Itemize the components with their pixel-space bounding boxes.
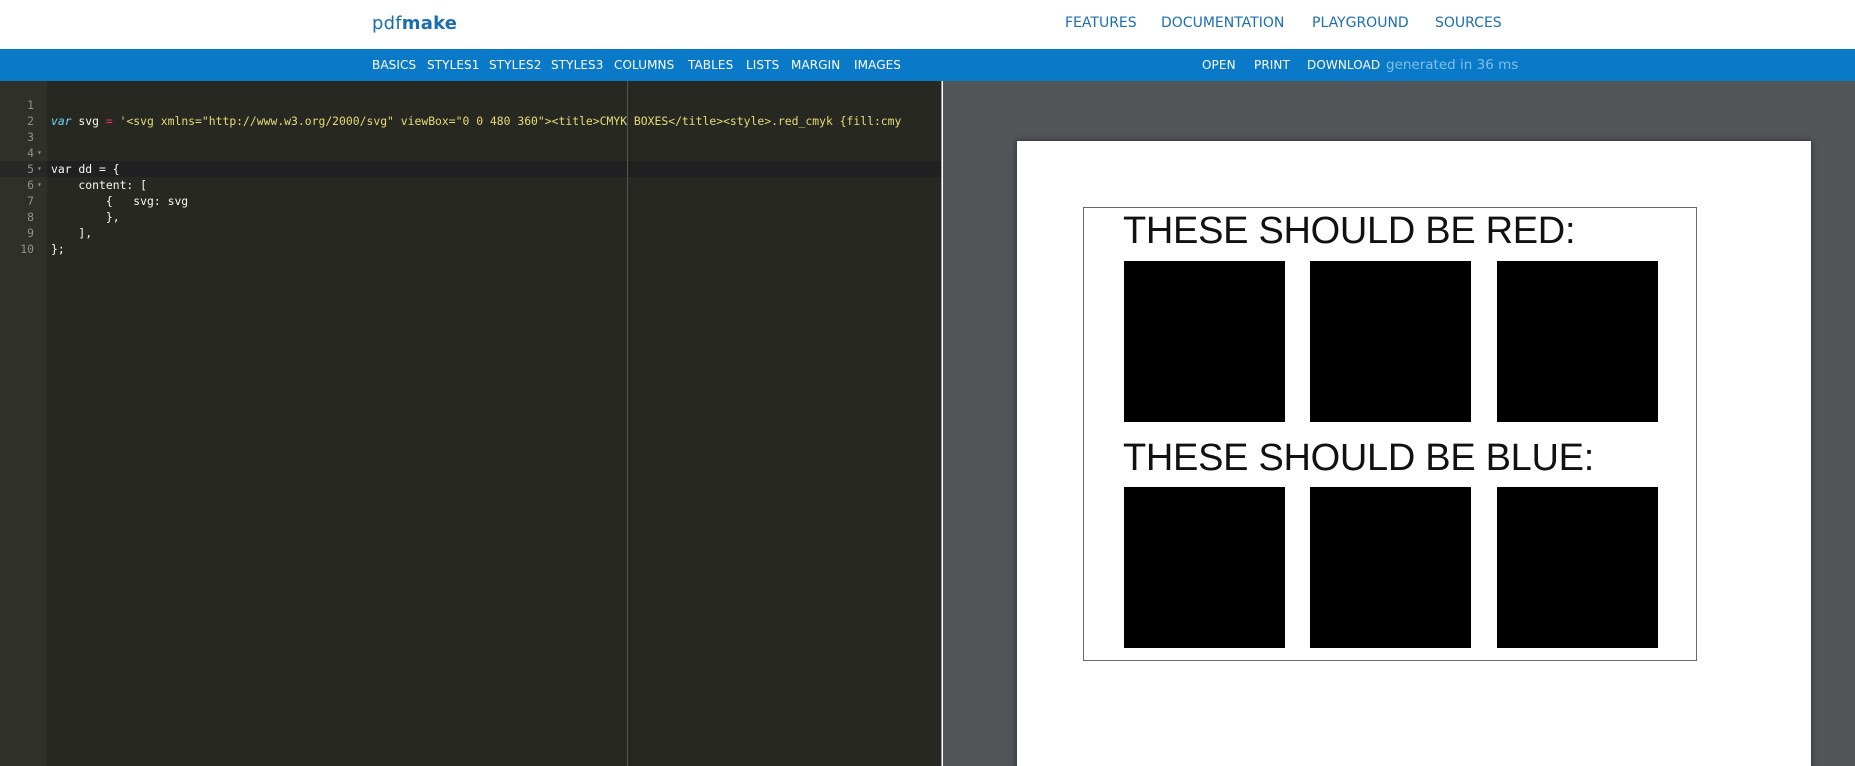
open-button[interactable]: OPEN bbox=[1202, 58, 1236, 72]
nav-sources[interactable]: SOURCES bbox=[1435, 15, 1502, 31]
example-styles2[interactable]: STYLES2 bbox=[489, 58, 542, 72]
example-styles3[interactable]: STYLES3 bbox=[551, 58, 604, 72]
red-box-1 bbox=[1124, 261, 1285, 422]
heading-red: THESE SHOULD BE RED: bbox=[1123, 210, 1576, 252]
example-lists[interactable]: LISTS bbox=[746, 58, 779, 72]
code-line[interactable]: 8 ], bbox=[0, 193, 941, 240]
code-editor[interactable]: 1 var svg = '<svg xmlns="http://www.w3.o… bbox=[0, 81, 942, 766]
line-number: 10 bbox=[20, 242, 34, 256]
nav-documentation[interactable]: DOCUMENTATION bbox=[1161, 15, 1284, 31]
blue-box-3 bbox=[1497, 487, 1658, 648]
example-styles1[interactable]: STYLES1 bbox=[427, 58, 480, 72]
code-line[interactable]: 9 }; bbox=[0, 209, 941, 256]
example-margin[interactable]: MARGIN bbox=[791, 58, 840, 72]
blue-box-1 bbox=[1124, 487, 1285, 648]
red-box-3 bbox=[1497, 261, 1658, 422]
code-line-active[interactable]: 6 svg: svg bbox=[0, 161, 941, 208]
code-text: }; bbox=[51, 242, 65, 256]
example-images[interactable]: IMAGES bbox=[854, 58, 901, 72]
pdf-page: THESE SHOULD BE RED: THESE SHOULD BE BLU… bbox=[1017, 141, 1811, 766]
logo-bold: make bbox=[401, 13, 458, 34]
generation-status: generated in 36 ms bbox=[1386, 57, 1519, 73]
heading-blue: THESE SHOULD BE BLUE: bbox=[1123, 437, 1594, 479]
logo-light: pdf bbox=[372, 13, 402, 34]
code-line[interactable]: 5 ▾ { bbox=[0, 145, 941, 208]
code-line[interactable]: 10 bbox=[0, 225, 941, 256]
code-line[interactable]: 1 var svg = '<svg xmlns="http://www.w3.o… bbox=[0, 81, 941, 128]
red-box-2 bbox=[1310, 261, 1471, 422]
example-basics[interactable]: BASICS bbox=[372, 58, 416, 72]
nav-features[interactable]: FEATURES bbox=[1065, 15, 1137, 31]
print-button[interactable]: PRINT bbox=[1254, 58, 1290, 72]
download-button[interactable]: DOWNLOAD bbox=[1307, 58, 1380, 72]
top-header: pdfmake FEATURES DOCUMENTATION PLAYGROUN… bbox=[0, 0, 1855, 49]
code-line[interactable]: 4 ▾ content: [ bbox=[0, 129, 941, 192]
code-line[interactable]: 3 ▾ var dd = { bbox=[0, 113, 941, 176]
blue-box-2 bbox=[1310, 487, 1471, 648]
svg-image-frame: THESE SHOULD BE RED: THESE SHOULD BE BLU… bbox=[1083, 207, 1697, 661]
example-tables[interactable]: TABLES bbox=[688, 58, 733, 72]
code-line[interactable]: 7 }, bbox=[0, 177, 941, 224]
example-columns[interactable]: COLUMNS bbox=[614, 58, 674, 72]
example-toolbar: BASICS STYLES1 STYLES2 STYLES3 COLUMNS T… bbox=[0, 49, 1855, 81]
pdfmake-logo[interactable]: pdfmake bbox=[372, 13, 457, 34]
nav-playground[interactable]: PLAYGROUND bbox=[1312, 15, 1409, 31]
pdf-preview-pane[interactable]: THESE SHOULD BE RED: THESE SHOULD BE BLU… bbox=[943, 81, 1855, 766]
code-line[interactable]: 2 bbox=[0, 97, 941, 128]
